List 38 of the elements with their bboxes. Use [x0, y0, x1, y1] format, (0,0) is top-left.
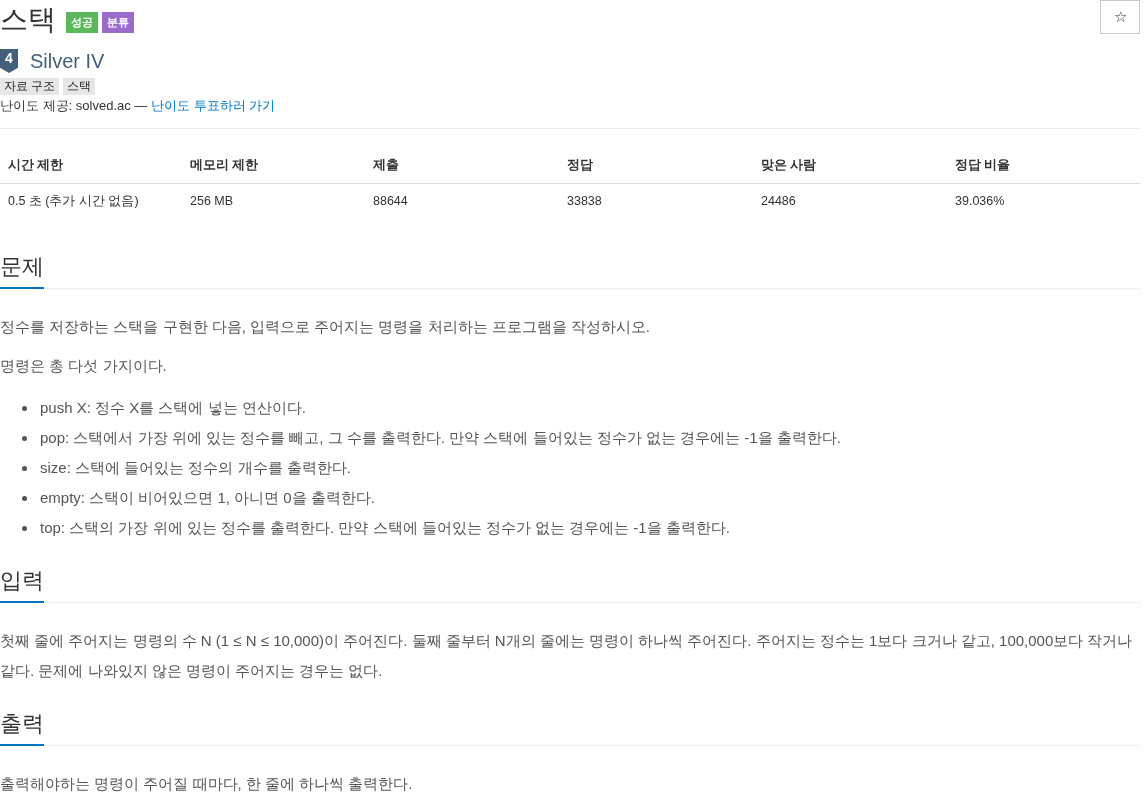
list-item-text: top: 스택의 가장 위에 있는 정수를 출력한다. 만약 스택에 들어있는 정수가 없는 경우에는 -1을 출력한다. — [40, 518, 731, 538]
list-item-text: empty: 스택이 비어있으면 1, 아니면 0을 출력한다. — [40, 488, 376, 508]
vote-link[interactable]: 난이도 투표하러 가기 — [151, 98, 276, 113]
status-label[interactable]: 분류 — [102, 11, 134, 33]
algorithm-tag[interactable]: 스택 — [63, 78, 96, 95]
problem-paragraph: 첫째 줄에 주어지는 명령의 수 N (1 ≤ N ≤ 10,000)이 주어진다. 둘째 줄부터 N개의 줄에는 명령이 하나씩 주어진다. 주어지는 정수는 1보다 크거나 같고, 100,000보다 작거나 같다. 문제에 나와있지 않은 명령이 주어지는 경우는 없다. — [0, 631, 1134, 681]
column-header: 맞은 사람 — [760, 157, 818, 174]
problem-paragraph: 명령은 총 다섯 가지이다. — [0, 356, 168, 376]
bullet-icon — [22, 525, 27, 531]
problem-paragraph: 출력해야하는 명령이 주어질 때마다, 한 줄에 하나씩 출력한다. — [0, 774, 414, 794]
section-heading: 출력 — [0, 712, 44, 746]
table-cell-text: 39.036% — [954, 193, 1006, 210]
table-cell-text: 256 MB — [189, 193, 235, 210]
bullet-icon — [22, 435, 27, 441]
column-header: 메모리 제한 — [189, 157, 260, 174]
tier-name: Silver IV — [30, 49, 105, 74]
problem-paragraph: 정수를 저장하는 스택을 구현한 다음, 입력으로 주어지는 명령을 처리하는 프로그램을 작성하시오. — [0, 317, 651, 337]
section-heading: 입력 — [0, 569, 44, 603]
favorite-button[interactable]: ☆ — [1100, 0, 1140, 34]
bullet-icon — [22, 495, 27, 501]
column-header: 정답 비율 — [954, 157, 1012, 174]
bullet-icon — [22, 465, 27, 471]
algorithm-tag[interactable]: 자료 구조 — [0, 78, 60, 95]
table-cell-text: 0.5 초 (추가 시간 없음) — [7, 193, 140, 210]
column-header: 정답 — [566, 157, 594, 174]
problem-title: 스택 — [0, 3, 56, 37]
list-item-text: push X: 정수 X를 스택에 넣는 연산이다. — [40, 398, 306, 418]
list-item-text: pop: 스택에서 가장 위에 있는 정수를 빼고, 그 수를 출력한다. 만약 스택에 들어있는 정수가 없는 경우에는 -1을 출력한다. — [40, 428, 841, 448]
list-item-text: size: 스택에 들어있는 정수의 개수를 출력한다. — [40, 458, 351, 478]
column-header: 제출 — [372, 157, 400, 174]
section-heading: 문제 — [0, 255, 44, 289]
difficulty-credit: 난이도 제공: solved.ac — 난이도 투표하러 가기 — [0, 97, 277, 115]
tier-badge: 4 — [0, 49, 18, 73]
column-header: 시간 제한 — [7, 157, 65, 174]
table-cell-text: 88644 — [372, 193, 409, 210]
bullet-icon — [22, 405, 27, 411]
table-cell-text: 33838 — [566, 193, 603, 210]
table-cell-text: 24486 — [760, 193, 797, 210]
